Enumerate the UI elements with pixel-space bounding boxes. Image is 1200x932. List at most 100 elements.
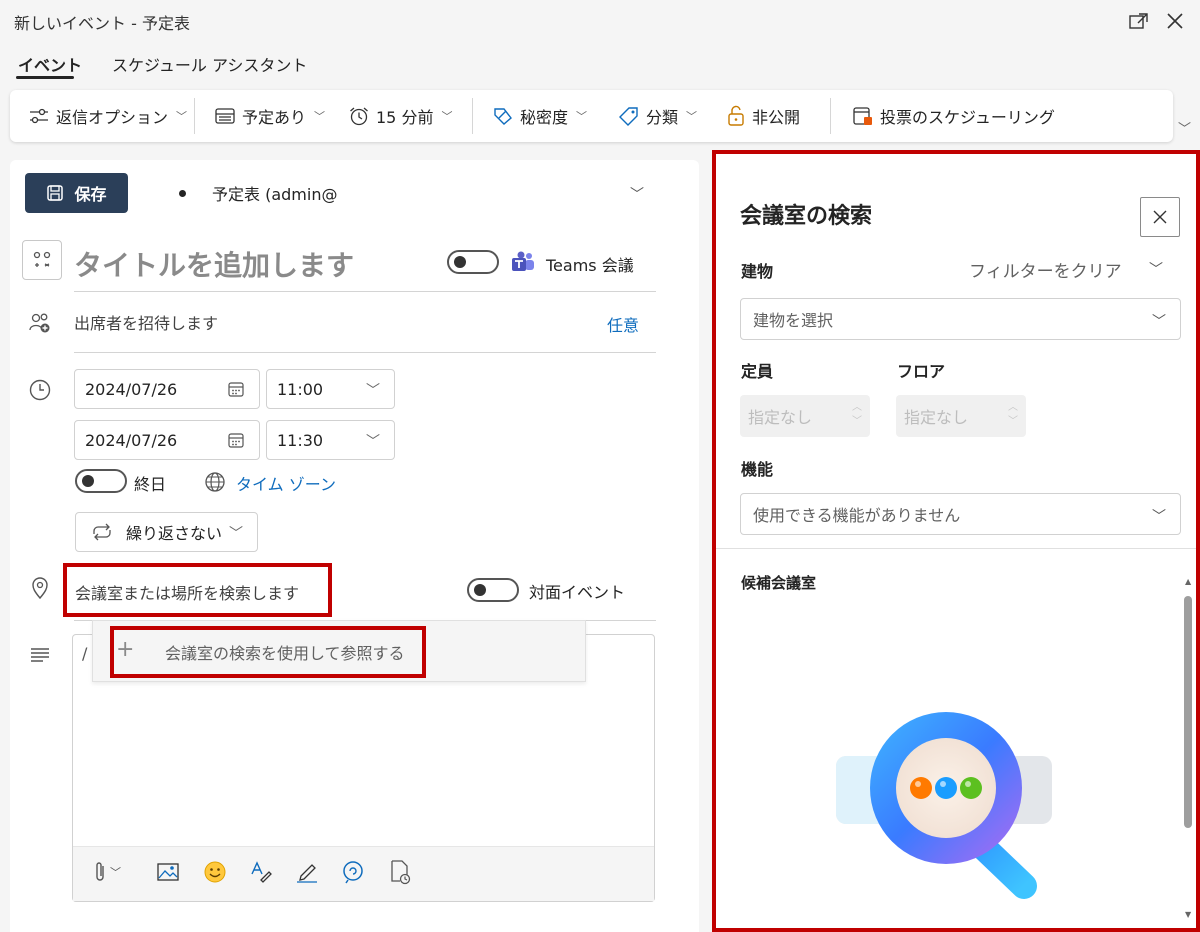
capacity-spinner[interactable]: 指定なし ︿ ﹀ — [740, 395, 870, 437]
calendar-picker-icon[interactable] — [227, 431, 245, 453]
paperclip-icon — [96, 862, 104, 881]
close-window-icon[interactable] — [1162, 8, 1188, 34]
floor-label: フロア — [897, 362, 946, 381]
building-dropdown[interactable]: 建物を選択 ﹀ — [740, 298, 1181, 340]
attach-button[interactable]: ﹀ — [92, 860, 121, 884]
private-label: 非公開 — [752, 108, 801, 127]
calendar-chevron-down-icon[interactable]: ﹀ — [630, 184, 644, 204]
floor-value: 指定なし — [904, 408, 969, 427]
start-date-field[interactable]: 2024/07/26 — [74, 369, 260, 409]
optional-attendees-link[interactable]: 任意 — [607, 312, 639, 336]
globe-icon — [204, 471, 226, 497]
end-time-value: 11:30 — [277, 430, 324, 450]
chevron-down-icon: ﹀ — [1152, 314, 1166, 330]
attendees-divider — [74, 352, 656, 353]
recurrence-value: 繰り返さない — [126, 524, 223, 543]
plus-icon: + — [116, 637, 135, 662]
end-time-field[interactable]: 11:30 ﹀ — [266, 420, 395, 460]
clear-filter-button[interactable]: フィルターをクリア — [969, 257, 1122, 282]
insights-icon[interactable] — [388, 859, 412, 889]
calendar-busy-icon — [215, 108, 235, 124]
room-finder-option[interactable]: 会議室の検索を使用して参照する — [165, 640, 405, 664]
clock-icon — [28, 378, 52, 406]
filter-chevron-down-icon[interactable]: ﹀ — [1149, 259, 1163, 279]
start-date-value: 2024/07/26 — [85, 379, 178, 399]
recurrence-dropdown[interactable]: 繰り返さない ﹀ — [75, 512, 258, 552]
reminder-button[interactable]: 15 分前 ﹀ — [348, 104, 452, 128]
scheduling-poll-button[interactable]: 投票のスケジューリング — [852, 104, 1055, 128]
scroll-down-icon[interactable]: ▼ — [1185, 910, 1191, 919]
calendar-selector[interactable]: 予定表 (admin@ — [212, 181, 337, 205]
features-placeholder: 使用できる機能がありません — [753, 506, 961, 525]
sensitivity-label: 秘密度 — [520, 108, 569, 127]
event-type-icon[interactable] — [22, 240, 62, 280]
scrollbar-thumb[interactable] — [1184, 596, 1192, 828]
scroll-up-icon[interactable]: ▲ — [1185, 577, 1191, 586]
teams-label: Teams 会議 — [546, 256, 634, 275]
repeat-icon — [93, 523, 111, 541]
tab-event[interactable]: イベント — [18, 52, 82, 76]
features-label: 機能 — [741, 460, 774, 479]
teams-icon — [510, 250, 536, 278]
text-format-icon[interactable] — [249, 860, 273, 888]
features-dropdown[interactable]: 使用できる機能がありません ﹀ — [740, 493, 1181, 535]
spinner-arrows-icon: ︿ ﹀ — [852, 402, 862, 427]
end-date-field[interactable]: 2024/07/26 — [74, 420, 260, 460]
timezone-link[interactable]: タイム ゾーン — [236, 471, 336, 495]
reply-options-label: 返信オプション — [56, 108, 169, 127]
ribbon-separator — [472, 98, 473, 134]
popout-icon[interactable] — [1126, 8, 1152, 34]
end-date-value: 2024/07/26 — [85, 430, 178, 450]
ribbon-separator — [194, 98, 195, 134]
close-icon — [1153, 210, 1167, 224]
suggested-rooms-label: 候補会議室 — [741, 574, 817, 592]
chevron-down-icon: ﹀ — [229, 526, 243, 542]
busy-status-button[interactable]: 予定あり ﹀ — [214, 104, 325, 128]
body-cursor: / — [82, 644, 88, 663]
loop-icon[interactable] — [341, 860, 365, 888]
search-illustration-icon — [828, 702, 1060, 906]
categorize-button[interactable]: 分類 ﹀ — [618, 104, 697, 128]
ribbon-expand-icon[interactable]: ﹀ — [1178, 118, 1191, 137]
emoji-icon[interactable] — [203, 860, 227, 888]
sensitivity-button[interactable]: 秘密度 ﹀ — [492, 104, 587, 128]
tab-scheduling-assistant[interactable]: スケジュール アシスタント — [112, 52, 307, 76]
signature-icon[interactable] — [295, 860, 319, 888]
room-finder-divider — [716, 548, 1196, 549]
teams-toggle[interactable] — [447, 250, 499, 274]
image-icon[interactable] — [157, 862, 179, 886]
start-time-field[interactable]: 11:00 ﹀ — [266, 369, 395, 409]
all-day-toggle[interactable] — [75, 469, 127, 493]
room-finder-title: 会議室の検索 — [740, 204, 873, 229]
reply-options-button[interactable]: 返信オプション ﹀ — [28, 104, 187, 128]
title-divider — [74, 291, 656, 292]
sliders-icon — [30, 108, 48, 124]
title-input[interactable]: タイトルを追加します — [74, 244, 354, 284]
notes-icon — [30, 647, 50, 667]
scheduling-poll-label: 投票のスケジューリング — [880, 108, 1055, 127]
people-add-icon — [28, 311, 52, 339]
categorize-label: 分類 — [646, 108, 679, 127]
location-input[interactable]: 会議室または場所を検索します — [75, 580, 299, 604]
calendar-picker-icon[interactable] — [227, 380, 245, 402]
alarm-clock-icon — [350, 107, 368, 126]
attendees-input[interactable]: 出席者を招待します — [74, 310, 218, 334]
capacity-value: 指定なし — [748, 408, 813, 427]
spinner-arrows-icon: ︿ ﹀ — [1008, 402, 1018, 427]
in-person-toggle[interactable] — [467, 578, 519, 602]
chevron-down-icon: ﹀ — [366, 383, 380, 399]
floor-spinner[interactable]: 指定なし ︿ ﹀ — [896, 395, 1026, 437]
private-button[interactable]: 非公開 — [726, 104, 800, 128]
window-title: 新しいイベント - 予定表 — [14, 14, 190, 33]
tag-icon — [619, 107, 638, 126]
tab-underline — [16, 76, 74, 79]
calendar-color-dot — [179, 190, 186, 197]
chevron-down-icon: ﹀ — [1152, 509, 1166, 525]
close-room-finder-button[interactable] — [1140, 197, 1180, 237]
busy-status-label: 予定あり — [242, 108, 307, 127]
building-label: 建物 — [741, 262, 774, 281]
save-button[interactable]: 保存 — [25, 173, 128, 213]
capacity-label: 定員 — [741, 362, 774, 381]
lock-open-icon — [728, 105, 744, 126]
start-time-value: 11:00 — [277, 379, 324, 399]
